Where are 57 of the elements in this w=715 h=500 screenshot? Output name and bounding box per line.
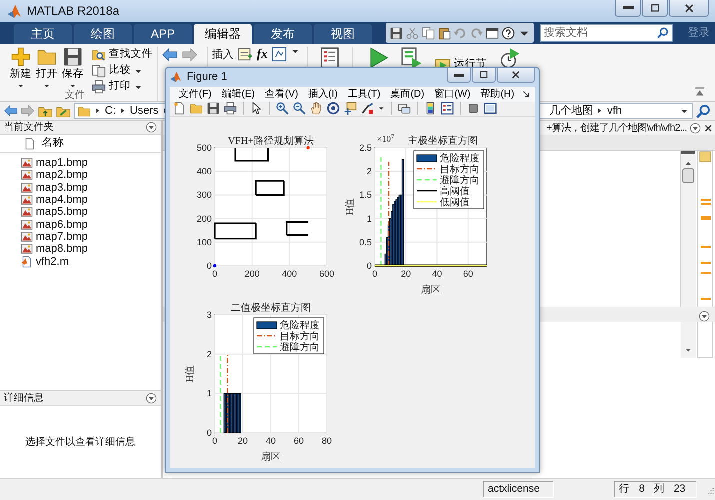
tick-label: 0: [206, 428, 212, 438]
tick-label: 3: [206, 310, 212, 320]
tick-label: 0: [366, 261, 372, 272]
tick-label: 2: [206, 349, 212, 360]
window-title: MATLAB R2018a: [27, 3, 120, 20]
tick-label: 500: [196, 143, 212, 154]
legend-label: 危险程度: [280, 320, 320, 332]
figure-title: Figure 1: [187, 70, 228, 86]
tick-label: 2.5: [359, 143, 372, 154]
axis-label: 扇区: [261, 452, 281, 464]
tick-label: 400: [196, 166, 212, 177]
tick-label: 100: [196, 237, 212, 248]
legend-label: 高阈值: [440, 186, 470, 198]
tick-label: 20: [238, 436, 248, 446]
tick-label: 60: [463, 269, 474, 280]
chart-title: VFH+路径规划算法: [228, 136, 314, 148]
legend-label: 目标方向: [440, 164, 480, 176]
tick-label: 300: [196, 190, 212, 200]
tick-label: 0: [212, 436, 218, 446]
tick-label: 1.5: [359, 190, 372, 200]
column-label: 列: [654, 482, 665, 497]
chart-title: 主极坐标直方图: [408, 136, 478, 148]
tick-label: 60: [294, 436, 304, 446]
tick-label: 2: [366, 166, 372, 177]
tick-label: 40: [266, 436, 276, 446]
tick-label: 40: [432, 269, 442, 280]
legend-label: 低阈值: [440, 198, 470, 209]
editor-path: +算法，创建了几个地图\vfh\vfh2...: [546, 122, 687, 136]
column-number: 23: [674, 482, 686, 497]
tick-label: 0: [372, 269, 378, 280]
legend-label: 避障方向: [440, 176, 480, 187]
tick-label: 1: [366, 214, 372, 224]
chart-title: 二值极坐标直方图: [231, 303, 311, 314]
tick-label: 0: [206, 261, 212, 272]
axis-multiplier: ×10$^{7}$: [377, 133, 394, 146]
legend-label: 避障方向: [280, 342, 320, 354]
axis-label: 扇区: [421, 285, 441, 296]
group-label: 文件: [64, 90, 86, 101]
axis-label: H值: [345, 198, 356, 216]
axis-label: H值: [185, 365, 196, 383]
panel-title: 详细信息: [4, 392, 44, 406]
details-message: 选择文件以查看详细信息: [26, 436, 136, 450]
tick-label: 200: [244, 269, 260, 280]
panel-title: 当前文件夹: [4, 120, 54, 135]
tick-label: 1: [206, 388, 212, 399]
legend-label: 目标方向: [280, 332, 320, 343]
tick-label: 600: [319, 269, 335, 280]
tick-label: 200: [196, 214, 212, 224]
tick-label: 0.5: [359, 237, 372, 248]
legend-label: 危险程度: [440, 154, 480, 165]
tick-label: 0: [212, 269, 218, 280]
row-number: 8: [639, 482, 645, 497]
tick-label: 400: [282, 269, 298, 280]
tick-label: 80: [322, 436, 332, 446]
tick-label: 20: [401, 269, 412, 280]
status-function-name: actxlicense: [488, 482, 540, 497]
row-label: 行: [619, 482, 630, 497]
